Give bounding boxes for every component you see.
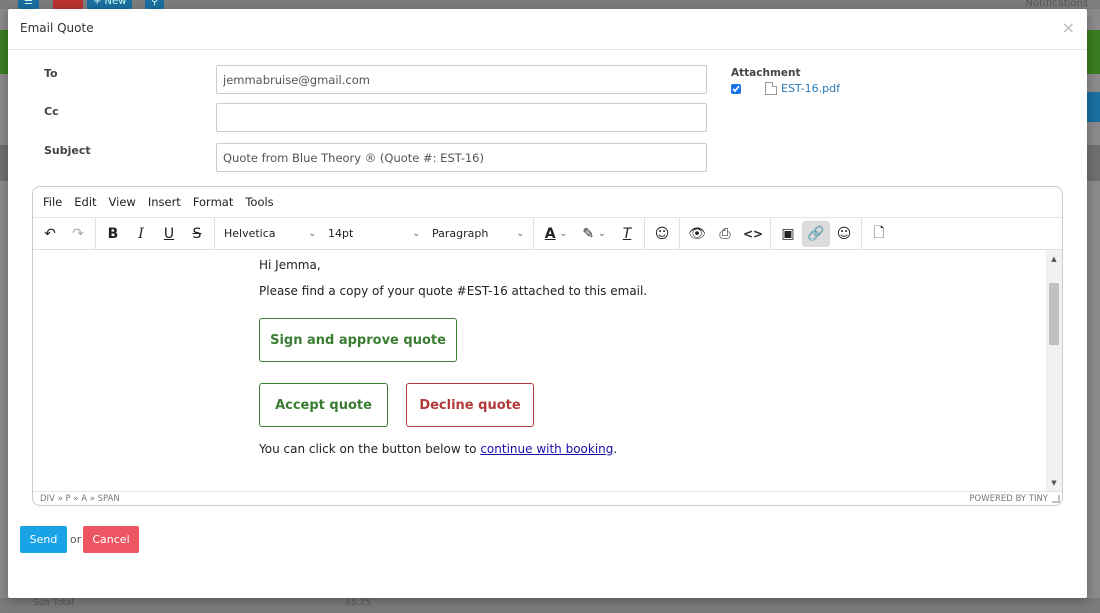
font-family-select[interactable]: Helvetica ⌄ (218, 221, 322, 247)
menu-edit[interactable]: Edit (74, 195, 96, 209)
font-size-value: 14pt (328, 227, 354, 240)
close-icon[interactable]: × (1062, 18, 1075, 37)
menu-insert[interactable]: Insert (148, 195, 181, 209)
attachment-row: EST-16.pdf (731, 82, 840, 95)
background-menu-button: ☰ (18, 0, 39, 9)
or-text: or (70, 533, 82, 546)
modal-title: Email Quote (20, 21, 94, 35)
emoticons-icon[interactable]: ☺ (648, 221, 676, 247)
booking-suffix: . (613, 442, 618, 456)
to-label: To (44, 67, 58, 80)
preview-icon[interactable]: 👁 (683, 221, 711, 247)
accept-decline-row: Accept quote Decline quote (259, 383, 647, 427)
source-code-icon[interactable]: <> (739, 221, 767, 247)
editor-toolbar: ↶ ↷ B I U S Helvetica ⌄ 14pt ⌄ Paragraph… (33, 218, 1062, 250)
emoji-icon[interactable]: ☺ (830, 221, 858, 247)
background-subtotal-label: Sub Total (33, 598, 75, 608)
background-new-button: + New (87, 0, 133, 9)
scroll-up-icon[interactable]: ▲ (1046, 252, 1062, 266)
to-field[interactable] (216, 65, 707, 94)
cc-field[interactable] (216, 103, 707, 132)
booking-text: You can click on the button below to con… (259, 442, 647, 456)
undo-icon[interactable]: ↶ (36, 221, 64, 247)
highlighter-icon: ✎ (582, 225, 595, 242)
clear-formatting-icon[interactable]: T (613, 221, 641, 247)
pdf-file-icon (765, 82, 777, 95)
email-body: Hi Jemma, Please find a copy of your quo… (259, 258, 647, 456)
editor-scrollbar[interactable]: ▲ ▼ (1046, 250, 1062, 492)
format-group: B I U S (96, 218, 215, 249)
editor-content[interactable]: Hi Jemma, Please find a copy of your quo… (33, 250, 1046, 492)
view-group: 👁 ⎙ <> (680, 218, 771, 249)
chevron-down-icon: ⌄ (412, 228, 420, 239)
image-icon[interactable]: ▣ (774, 221, 802, 247)
menu-file[interactable]: File (43, 195, 62, 209)
print-icon[interactable]: ⎙ (711, 221, 739, 247)
background-search-icon: ⚲ (145, 0, 165, 9)
chevron-down-icon: ⌄ (516, 228, 524, 239)
background-blue-tab (1086, 92, 1100, 122)
block-format-select[interactable]: Paragraph ⌄ (426, 221, 530, 247)
accept-quote-button[interactable]: Accept quote (259, 383, 388, 427)
background-notifications: Notifications (1025, 0, 1088, 9)
font-group: Helvetica ⌄ 14pt ⌄ Paragraph ⌄ (215, 218, 534, 249)
text-color-button[interactable]: A ⌄ (537, 221, 575, 247)
font-size-select[interactable]: 14pt ⌄ (322, 221, 426, 247)
background-flag (53, 0, 83, 9)
decline-quote-button[interactable]: Decline quote (406, 383, 534, 427)
block-format-value: Paragraph (432, 227, 489, 240)
greeting-text: Hi Jemma, (259, 258, 321, 272)
menu-tools[interactable]: Tools (245, 195, 273, 209)
cc-label: Cc (44, 105, 59, 118)
attachment-label: Attachment (731, 67, 801, 79)
underline-icon[interactable]: U (155, 221, 183, 247)
bold-icon[interactable]: B (99, 221, 127, 247)
subject-field[interactable] (216, 143, 707, 172)
sign-button-row: Sign and approve quote (259, 318, 647, 362)
background-subtotal-value: 45.75 (345, 598, 371, 608)
italic-icon[interactable]: I (127, 221, 155, 247)
background-topbar: ☰ + New ⚲ Notifications (0, 0, 1100, 9)
link-icon[interactable]: 🔗 (802, 220, 830, 247)
subject-label: Subject (44, 144, 91, 157)
editor-statusbar: DIV » P » A » SPAN POWERED BY TINY (33, 491, 1062, 505)
booking-prefix: You can click on the button below to (259, 442, 481, 456)
text-color-icon: A (544, 225, 556, 242)
color-group: A ⌄ ✎ ⌄ T (534, 218, 645, 249)
rich-text-editor: File Edit View Insert Format Tools ↶ ↷ B… (32, 186, 1063, 506)
insert-group: ▣ 🔗 ☺ (771, 218, 862, 249)
new-document-icon[interactable]: 🗋 (865, 221, 893, 247)
intro-text: Please find a copy of your quote #EST-16… (259, 284, 648, 298)
email-quote-modal: Email Quote × To Cc Subject Attachment E… (8, 9, 1087, 598)
highlight-color-button[interactable]: ✎ ⌄ (575, 221, 613, 247)
continue-booking-link[interactable]: continue with booking (480, 442, 613, 456)
element-path[interactable]: DIV » P » A » SPAN (40, 494, 120, 504)
strikethrough-icon[interactable]: S (183, 221, 211, 247)
cancel-button[interactable]: Cancel (83, 526, 139, 553)
scroll-thumb[interactable] (1049, 283, 1059, 345)
editor-menubar: File Edit View Insert Format Tools (33, 187, 1062, 218)
modal-header: Email Quote × (8, 9, 1087, 50)
background-bottom-row: Sub Total 45.75 (0, 598, 1100, 613)
font-family-value: Helvetica (224, 227, 276, 240)
menu-format[interactable]: Format (193, 195, 234, 209)
redo-icon[interactable]: ↷ (64, 221, 92, 247)
chevron-down-icon: ⌄ (559, 228, 568, 239)
chevron-down-icon: ⌄ (598, 228, 606, 239)
send-button[interactable]: Send (20, 526, 67, 553)
powered-by-tiny[interactable]: POWERED BY TINY (969, 494, 1048, 504)
resize-handle-icon[interactable] (1052, 495, 1060, 503)
menu-view[interactable]: View (109, 195, 136, 209)
history-group: ↶ ↷ (33, 218, 96, 249)
sign-and-approve-button[interactable]: Sign and approve quote (259, 318, 457, 362)
page-group: 🗋 (862, 218, 896, 249)
attachment-link[interactable]: EST-16.pdf (781, 82, 840, 95)
scroll-down-icon[interactable]: ▼ (1046, 476, 1062, 490)
emoji-group: ☺ (645, 218, 680, 249)
attachment-checkbox[interactable] (731, 83, 741, 94)
chevron-down-icon: ⌄ (308, 228, 316, 239)
